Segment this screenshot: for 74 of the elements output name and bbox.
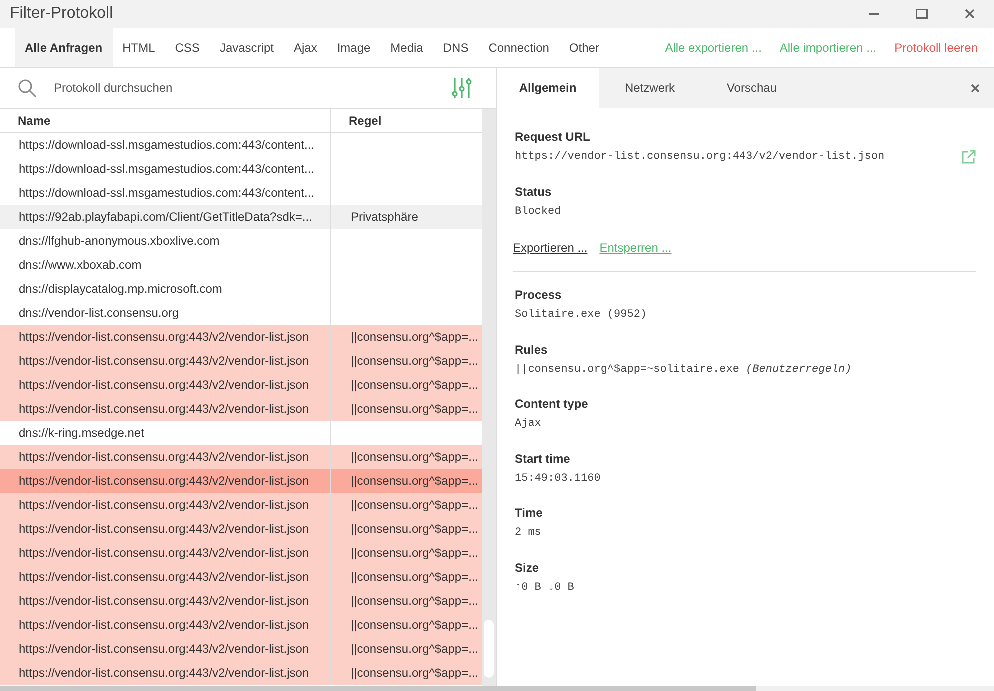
search-field[interactable]: Protokoll durchsuchen bbox=[54, 79, 452, 97]
field-value: ↑0 B ↓0 B bbox=[515, 580, 576, 596]
close-icon bbox=[965, 9, 975, 19]
field-label: Status bbox=[515, 184, 553, 200]
field-value: Solitaire.exe (9952) bbox=[515, 308, 648, 323]
rule-cell-text: ||consensu.org^$app=... bbox=[350, 329, 480, 346]
field-label: Time bbox=[515, 505, 544, 522]
log-row[interactable]: https://92ab.playfabapi.com/Client/GetTitleData?sdk=... Privatsphäre bbox=[0, 205, 482, 229]
rule-cell-text: ||consensu.org^$app=... bbox=[350, 593, 480, 610]
field-label: Rules bbox=[515, 342, 549, 358]
filter-tab[interactable]: HTML bbox=[112, 28, 166, 67]
maximize-icon bbox=[916, 9, 928, 19]
filter-tab[interactable]: Other bbox=[559, 28, 610, 67]
field-value: 15:49:03.1160 bbox=[515, 472, 602, 486]
log-row[interactable]: https://vendor-list.consensu.org:443/v2/vendor-list.json ||consensu.org^$app=... bbox=[0, 565, 482, 589]
field-value: 2 ms bbox=[515, 526, 542, 541]
filter-tab[interactable]: Javascript bbox=[210, 28, 284, 67]
rule-cell-text: ||consensu.org^$app=... bbox=[350, 401, 480, 418]
field-value: https://vendor-list.consensu.org:443/v2/vendor-list.json bbox=[515, 150, 885, 165]
rule-cell-text: ||consensu.org^$app=... bbox=[350, 473, 480, 490]
rule-cell-text: ||consensu.org^$app=... bbox=[350, 377, 480, 394]
log-row[interactable]: https://vendor-list.consensu.org:443/v2/vendor-list.json ||consensu.org^$app=... bbox=[0, 445, 482, 469]
filter-tab[interactable]: Image bbox=[327, 28, 381, 67]
rule-cell-text: ||consensu.org^$app=... bbox=[350, 641, 480, 658]
rule-cell-text: ||consensu.org^$app=... bbox=[350, 449, 480, 466]
close-button[interactable] bbox=[971, 84, 980, 92]
search-icon bbox=[18, 78, 37, 98]
field-label: Content type bbox=[515, 396, 590, 413]
log-row[interactable]: https://vendor-list.consensu.org:443/v2/vendor-list.json ||consensu.org^$app=... bbox=[0, 613, 482, 637]
filter-tab[interactable]: CSS bbox=[165, 28, 210, 67]
window-title: Filter-Protokoll bbox=[10, 4, 114, 24]
close-icon bbox=[971, 84, 980, 92]
field-value: Ajax bbox=[515, 417, 542, 432]
rule-cell-text: ||consensu.org^$app=... bbox=[350, 569, 480, 586]
filter-tab[interactable]: Connection bbox=[478, 28, 560, 67]
field-label: Process bbox=[515, 287, 563, 304]
rule-cell-text: ||consensu.org^$app=... bbox=[350, 617, 480, 634]
rule-cell-text: ||consensu.org^$app=... bbox=[350, 497, 480, 514]
detail-tab[interactable]: Netzwerk bbox=[599, 68, 701, 108]
log-row[interactable]: https://vendor-list.consensu.org:443/v2/vendor-list.json ||consensu.org^$app=... bbox=[0, 541, 482, 565]
field-value: Blocked bbox=[515, 204, 562, 220]
rule-cell-text: ||consensu.org^$app=... bbox=[350, 521, 480, 538]
log-row[interactable]: https://vendor-list.consensu.org:443/v2/vendor-list.json ||consensu.org^$app=... bbox=[0, 637, 482, 661]
rule-cell-text: ||consensu.org^$app=... bbox=[350, 665, 480, 682]
detail-tab[interactable]: Allgemein bbox=[497, 68, 599, 108]
log-row[interactable]: https://vendor-list.consensu.org:443/v2/vendor-list.json ||consensu.org^$app=... bbox=[0, 517, 482, 541]
field-value: ||consensu.org^$app=~solitaire.exe (Benutzerregeln) bbox=[515, 362, 853, 378]
log-row[interactable]: https://vendor-list.consensu.org:443/v2/vendor-list.json ||consensu.org^$app=... bbox=[0, 373, 482, 397]
log-row[interactable]: https://vendor-list.consensu.org:443/v2/vendor-list.json ||consensu.org^$app=... bbox=[0, 325, 482, 349]
log-row[interactable]: https://vendor-list.consensu.org:443/v2/vendor-list.json ||consensu.org^$app=... bbox=[0, 469, 482, 493]
rule-cell-text: ||consensu.org^$app=... bbox=[350, 545, 480, 562]
field-label: Size bbox=[515, 560, 540, 576]
log-row[interactable]: https://vendor-list.consensu.org:443/v2/vendor-list.json ||consensu.org^$app=... bbox=[0, 493, 482, 517]
log-row[interactable]: https://vendor-list.consensu.org:443/v2/vendor-list.json ||consensu.org^$app=... bbox=[0, 589, 482, 613]
detail-tab[interactable]: Vorschau bbox=[701, 68, 803, 108]
filter-tab[interactable]: Ajax bbox=[284, 28, 328, 67]
external-link-icon[interactable] bbox=[962, 150, 976, 164]
filter-settings-icon[interactable] bbox=[452, 77, 472, 99]
url-cell: https://vendor-list.consensu.org:443/v2/vendor-list.json bbox=[0, 661, 331, 685]
detail-link[interactable]: Exportieren ... bbox=[513, 239, 588, 257]
rule-cell-text: Privatsphäre bbox=[350, 209, 420, 226]
field-label: Start time bbox=[515, 450, 572, 468]
scrollbar-thumb[interactable] bbox=[0, 686, 756, 691]
rule-cell-text: ||consensu.org^$app=... bbox=[350, 353, 480, 370]
filter-tab[interactable]: DNS bbox=[433, 28, 479, 67]
log-row[interactable]: https://vendor-list.consensu.org:443/v2/vendor-list.json ||consensu.org^$app=... bbox=[0, 661, 482, 685]
log-row[interactable]: https://vendor-list.consensu.org:443/v2/vendor-list.json ||consensu.org^$app=... bbox=[0, 397, 482, 421]
minimize-icon bbox=[869, 13, 879, 15]
column-header[interactable]: Name bbox=[0, 109, 331, 132]
filter-tab[interactable]: Alle Anfragen bbox=[15, 28, 113, 67]
log-row[interactable]: https://vendor-list.consensu.org:443/v2/vendor-list.json ||consensu.org^$app=... bbox=[0, 349, 482, 373]
field-label: Request URL bbox=[515, 129, 592, 146]
column-header[interactable]: Regel bbox=[331, 109, 482, 132]
filter-tab[interactable]: Media bbox=[380, 28, 434, 67]
